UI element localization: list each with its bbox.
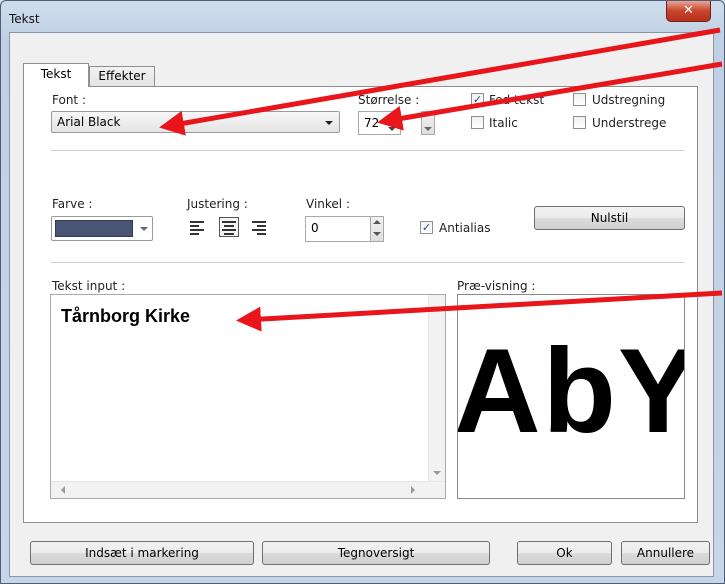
ok-button[interactable]: Ok bbox=[517, 541, 612, 565]
check-icon: ✓ bbox=[472, 93, 483, 106]
title-bar[interactable]: Tekst ✕ bbox=[1, 1, 724, 33]
align-center-icon[interactable] bbox=[219, 217, 239, 237]
strikethrough-checkbox[interactable] bbox=[573, 93, 586, 106]
check-icon: ✓ bbox=[421, 221, 432, 234]
text-input-label: Tekst input : bbox=[52, 279, 126, 293]
cancel-button[interactable]: Annullere bbox=[621, 541, 710, 565]
vertical-scrollbar[interactable] bbox=[428, 295, 445, 481]
section-divider bbox=[51, 262, 684, 263]
antialias-checkbox[interactable]: ✓ bbox=[420, 221, 433, 234]
font-label: Font : bbox=[52, 93, 86, 107]
font-select-value: Arial Black bbox=[57, 115, 121, 129]
size-value: 72 bbox=[364, 116, 380, 130]
preview-label: Præ-visning : bbox=[457, 279, 536, 293]
close-icon: ✕ bbox=[683, 3, 694, 18]
angle-field[interactable]: 0 bbox=[305, 216, 371, 242]
text-input-area[interactable]: Tårnborg Kirke bbox=[50, 294, 446, 499]
underline-checkbox[interactable] bbox=[573, 116, 586, 129]
bold-checkbox[interactable]: ✓ bbox=[471, 93, 484, 106]
font-select[interactable]: Arial Black bbox=[51, 111, 340, 133]
scroll-down-icon bbox=[433, 471, 441, 475]
align-left-icon[interactable] bbox=[187, 217, 207, 237]
section-divider bbox=[51, 150, 684, 151]
insert-in-selection-button[interactable]: Indsæt i markering bbox=[30, 541, 254, 565]
color-swatch bbox=[55, 220, 133, 237]
window-title: Tekst bbox=[9, 12, 40, 26]
size-field[interactable]: 72 bbox=[358, 111, 401, 135]
angle-value: 0 bbox=[311, 221, 319, 235]
reset-button[interactable]: Nulstil bbox=[534, 206, 685, 230]
preview-box: AbY: bbox=[457, 294, 685, 499]
spin-down-icon bbox=[424, 127, 432, 131]
character-map-button[interactable]: Tegnoversigt bbox=[262, 541, 490, 565]
color-label: Farve : bbox=[52, 197, 93, 211]
size-spin-buttons[interactable] bbox=[421, 111, 435, 135]
horizontal-scrollbar[interactable] bbox=[51, 481, 445, 498]
close-button[interactable]: ✕ bbox=[666, 1, 711, 22]
text-input-value: Tårnborg Kirke bbox=[61, 306, 191, 326]
spin-down-icon bbox=[373, 232, 381, 236]
tab-tekst-label: Tekst bbox=[40, 67, 72, 81]
tab-effekter-label: Effekter bbox=[98, 69, 146, 83]
chevron-down-icon bbox=[325, 121, 333, 125]
size-label: Størrelse : bbox=[358, 93, 420, 107]
scroll-right-icon bbox=[411, 486, 415, 494]
tab-tekst[interactable]: Tekst bbox=[23, 63, 89, 87]
underline-label: Understrege bbox=[592, 116, 667, 130]
align-right-icon[interactable] bbox=[249, 217, 269, 237]
size-dropdown-icon bbox=[388, 127, 396, 131]
angle-label: Vinkel : bbox=[306, 197, 350, 211]
italic-label: Italic bbox=[489, 116, 518, 130]
tab-effekter[interactable]: Effekter bbox=[89, 66, 155, 87]
scroll-left-icon bbox=[61, 486, 65, 494]
antialias-label: Antialias bbox=[439, 221, 491, 235]
strikethrough-label: Udstregning bbox=[592, 93, 666, 107]
bold-label: Fed tekst bbox=[489, 93, 545, 107]
italic-checkbox[interactable] bbox=[471, 116, 484, 129]
angle-spin-buttons[interactable] bbox=[370, 216, 384, 242]
chevron-down-icon bbox=[140, 227, 148, 231]
alignment-label: Justering : bbox=[187, 197, 248, 211]
preview-sample-text: AbY: bbox=[457, 324, 685, 458]
color-picker[interactable] bbox=[51, 216, 153, 241]
spin-up-icon bbox=[373, 220, 381, 224]
